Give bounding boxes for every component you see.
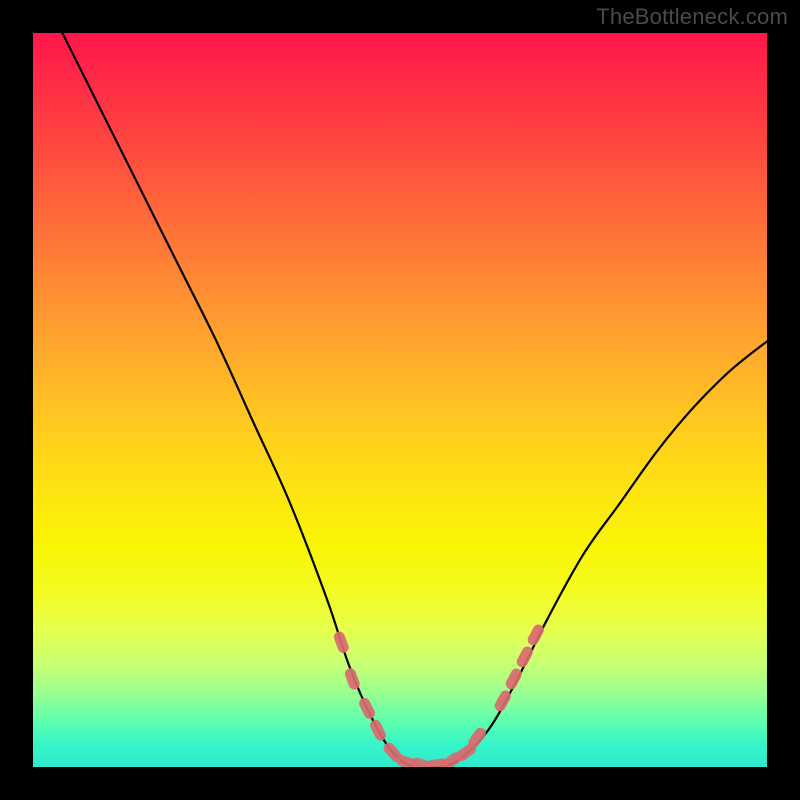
curve-markers — [332, 623, 546, 767]
plot-area — [33, 33, 767, 767]
curve-marker — [332, 630, 350, 654]
chart-frame: TheBottleneck.com — [0, 0, 800, 800]
curve-marker — [368, 718, 388, 743]
watermark-text: TheBottleneck.com — [596, 4, 788, 30]
curve-svg — [33, 33, 767, 767]
bottleneck-curve — [62, 33, 767, 767]
curve-marker — [357, 696, 377, 721]
